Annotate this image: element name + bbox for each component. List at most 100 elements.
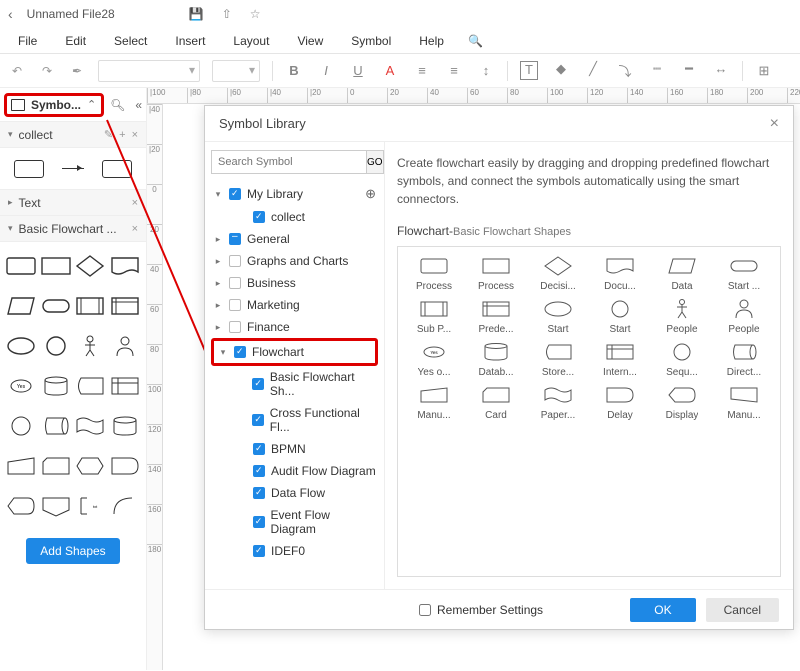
symbol-item[interactable]: Manu... xyxy=(716,384,772,421)
menu-insert[interactable]: Insert xyxy=(161,30,219,52)
shape-process[interactable] xyxy=(6,248,37,284)
shape-data[interactable] xyxy=(6,288,37,324)
menu-layout[interactable]: Layout xyxy=(219,30,283,52)
shape-internal[interactable] xyxy=(110,368,141,404)
menu-select[interactable]: Select xyxy=(100,30,161,52)
bold-icon[interactable]: B xyxy=(285,63,303,78)
symbol-item[interactable]: Prede... xyxy=(468,298,524,335)
tree-business[interactable]: ▸Business xyxy=(211,272,378,294)
shape-stored[interactable] xyxy=(75,368,106,404)
menu-help[interactable]: Help xyxy=(405,30,458,52)
symbol-item[interactable]: Sub P... xyxy=(406,298,462,335)
symbol-item[interactable]: Card xyxy=(468,384,524,421)
shape-ellipse[interactable] xyxy=(6,328,37,364)
symbol-item[interactable]: Start xyxy=(530,298,586,335)
cancel-button[interactable]: Cancel xyxy=(706,598,779,622)
shape-predefined[interactable] xyxy=(110,288,141,324)
line-icon[interactable]: ╱ xyxy=(584,61,602,80)
go-button[interactable]: GO xyxy=(367,150,384,174)
symbol-item[interactable]: Process xyxy=(468,255,524,292)
remember-settings[interactable]: Remember Settings xyxy=(419,603,543,617)
symbol-item[interactable]: Store... xyxy=(530,341,586,378)
star-icon[interactable]: ☆ xyxy=(250,7,261,21)
close-icon[interactable]: × xyxy=(770,115,779,133)
section-text[interactable]: ▸ Text × xyxy=(0,190,146,216)
symbol-item[interactable]: Manu... xyxy=(406,384,462,421)
symbol-item[interactable]: Docu... xyxy=(592,255,648,292)
font-select[interactable] xyxy=(98,60,200,82)
paint-icon[interactable]: ✒ xyxy=(68,62,86,80)
section-basic-flowchart[interactable]: ▾ Basic Flowchart ... × xyxy=(0,216,146,242)
tree-bpmn[interactable]: BPMN xyxy=(235,438,378,460)
tree-my-library[interactable]: ▾My Library⊕ xyxy=(211,182,378,206)
undo-icon[interactable]: ↶ xyxy=(8,62,26,80)
weight-icon[interactable]: ━ xyxy=(680,61,698,80)
tree-graphs[interactable]: ▸Graphs and Charts xyxy=(211,250,378,272)
tree-audit[interactable]: Audit Flow Diagram xyxy=(235,460,378,482)
collapse-icon[interactable]: « xyxy=(135,98,142,112)
group-icon[interactable]: ⊞ xyxy=(755,63,773,79)
shape-yes[interactable]: Yes xyxy=(6,368,37,404)
menu-view[interactable]: View xyxy=(283,30,337,52)
arrow-icon[interactable]: ↔ xyxy=(712,61,730,80)
symbol-item[interactable]: People xyxy=(654,298,710,335)
shape-tape[interactable] xyxy=(75,408,106,444)
symbol-item[interactable]: Datab... xyxy=(468,341,524,378)
tree-basic-flow[interactable]: Basic Flowchart Sh... xyxy=(235,366,378,402)
symbol-item[interactable]: Delay xyxy=(592,384,648,421)
search-input[interactable] xyxy=(211,150,367,174)
connector-icon[interactable]: ⤵ xyxy=(616,61,634,80)
shape-circle[interactable] xyxy=(41,328,72,364)
redo-icon[interactable]: ↷ xyxy=(38,62,56,80)
shape-offpage[interactable] xyxy=(41,488,72,524)
symbol-item[interactable]: Display xyxy=(654,384,710,421)
add-shapes-button[interactable]: Add Shapes xyxy=(26,538,119,564)
shape-process2[interactable] xyxy=(41,248,72,284)
tree-collect[interactable]: collect xyxy=(235,206,378,228)
shape-direct[interactable] xyxy=(41,408,72,444)
tree-idef0[interactable]: IDEF0 xyxy=(235,540,378,562)
remember-checkbox[interactable] xyxy=(419,604,431,616)
symbol-item[interactable]: Start xyxy=(592,298,648,335)
section-collect[interactable]: ▾ collect ✎ + × xyxy=(0,122,146,148)
shape-database[interactable] xyxy=(41,368,72,404)
tree-event[interactable]: Event Flow Diagram xyxy=(235,504,378,540)
fontcolor-icon[interactable]: A xyxy=(381,63,399,78)
shape-db2[interactable] xyxy=(110,408,141,444)
edit-icon[interactable]: ✎ xyxy=(104,128,113,141)
export-icon[interactable]: ⇧ xyxy=(222,7,232,21)
back-icon[interactable]: ‹ xyxy=(8,6,13,22)
shape-display[interactable] xyxy=(6,488,37,524)
tree-general[interactable]: ▸General xyxy=(211,228,378,250)
shape-card[interactable] xyxy=(41,448,72,484)
symbol-item[interactable]: Decisi... xyxy=(530,255,586,292)
menu-file[interactable]: File xyxy=(4,30,51,52)
shape-start[interactable] xyxy=(41,288,72,324)
binoculars-icon[interactable]: 🔍 xyxy=(458,30,493,52)
shape-arc[interactable] xyxy=(110,488,141,524)
shape-user[interactable] xyxy=(110,328,141,364)
tree-flowchart[interactable]: ▾Flowchart xyxy=(216,341,373,363)
save-icon[interactable]: 💾 xyxy=(189,7,204,21)
symbol-item[interactable]: Paper... xyxy=(530,384,586,421)
tree-finance[interactable]: ▸Finance xyxy=(211,316,378,338)
symbol-item[interactable]: Direct... xyxy=(716,341,772,378)
tree-marketing[interactable]: ▸Marketing xyxy=(211,294,378,316)
symbol-item[interactable]: People xyxy=(716,298,772,335)
shape-subprocess[interactable] xyxy=(75,288,106,324)
shape-decision[interactable] xyxy=(75,248,106,284)
tree-dataflow[interactable]: Data Flow xyxy=(235,482,378,504)
plus-icon[interactable]: ⊕ xyxy=(365,186,376,202)
fill-icon[interactable]: ◆ xyxy=(552,61,570,80)
menu-symbol[interactable]: Symbol xyxy=(337,30,405,52)
symbol-item[interactable]: Data xyxy=(654,255,710,292)
dash-icon[interactable]: ┉ xyxy=(648,61,666,80)
symbol-item[interactable]: Start ... xyxy=(716,255,772,292)
linespace-icon[interactable]: ↕ xyxy=(477,63,495,78)
fontsize-select[interactable] xyxy=(212,60,260,82)
symbol-item[interactable]: Intern... xyxy=(592,341,648,378)
shape-manual[interactable] xyxy=(6,448,37,484)
menu-edit[interactable]: Edit xyxy=(51,30,100,52)
ok-button[interactable]: OK xyxy=(630,598,695,622)
textbox-icon[interactable]: T xyxy=(520,61,538,80)
